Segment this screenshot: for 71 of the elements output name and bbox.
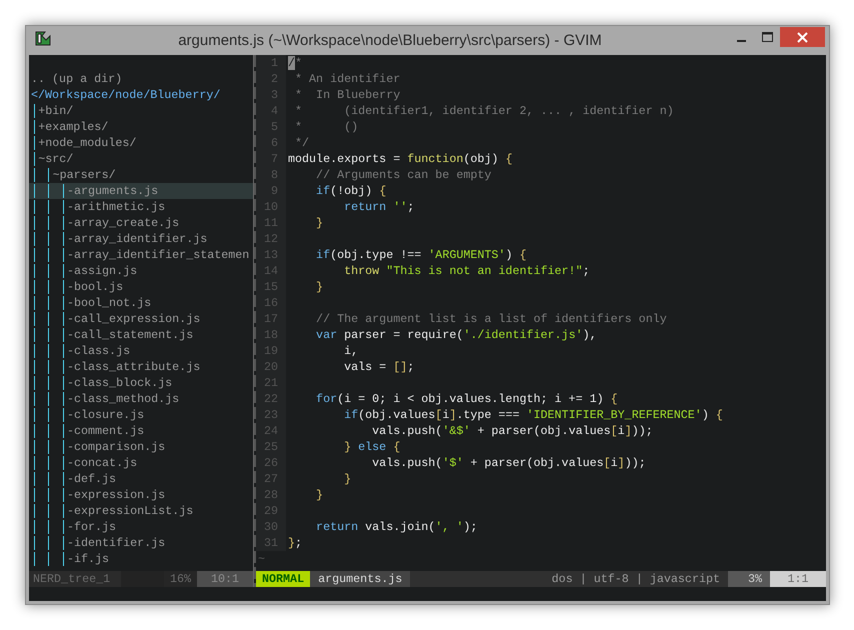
tree-item[interactable]: -arithmetic.js — [29, 199, 253, 215]
code-line: vals = []; — [343, 359, 414, 375]
code-line: } — [315, 279, 324, 295]
tree-item[interactable]: -comment.js — [29, 423, 253, 439]
tree-item[interactable]: -bool_not.js — [29, 295, 253, 311]
maximize-icon — [762, 32, 772, 42]
code-line: } — [315, 215, 324, 231]
tree-item[interactable]: +node_modules/ — [29, 135, 253, 151]
tree-item[interactable]: ~src/ — [29, 151, 253, 167]
code-line: * () — [294, 119, 358, 135]
tree-item[interactable]: -expressionList.js — [29, 503, 253, 519]
tree-item[interactable]: -assign.js — [29, 263, 253, 279]
code-line: if(obj.type !== 'ARGUMENTS') { — [315, 247, 526, 263]
code-line: * In Blueberry — [294, 87, 400, 103]
tree-item[interactable]: ~parsers/ — [29, 167, 253, 183]
close-button[interactable] — [780, 27, 825, 47]
code-line: throw "This is not an identifier!"; — [343, 263, 590, 279]
code-line: /* — [287, 55, 302, 71]
tree-item[interactable]: -identifier.js — [29, 535, 253, 551]
tree-item[interactable]: -bool.js — [29, 279, 253, 295]
scroll-percent: 3% — [728, 571, 770, 587]
code-line: // The argument list is a list of identifiers only — [315, 311, 667, 327]
code-line: // Arguments can be empty — [315, 167, 492, 183]
code-line: } — [315, 487, 324, 503]
code-line: return ''; — [343, 199, 414, 215]
code-line: } else { — [343, 439, 400, 455]
code-line: var parser = require('./identifier.js'), — [315, 327, 597, 343]
tree-item[interactable]: -call_expression.js — [29, 311, 253, 327]
tree-item[interactable]: -class_attribute.js — [29, 359, 253, 375]
tree-item[interactable]: -for.js — [29, 519, 253, 535]
empty-line-marker: ~ — [257, 551, 266, 567]
code-line: vals.push('&$' + parser(obj.values[i])); — [371, 423, 653, 439]
minimize-icon — [736, 40, 746, 42]
tree-item[interactable]: -comparison.js — [29, 439, 253, 455]
tree-item[interactable]: -array_identifier.js — [29, 231, 253, 247]
tree-item[interactable]: -class_method.js — [29, 391, 253, 407]
tree-item[interactable]: -array_create.js — [29, 215, 253, 231]
code-line: * (identifier1, identifier 2, ... , identifier n) — [294, 103, 674, 119]
tree-item[interactable]: -call_statement.js — [29, 327, 253, 343]
buffer-name: NERD_tree_1 — [29, 571, 121, 587]
tree-item[interactable]: -closure.js — [29, 407, 253, 423]
window-title: arguments.js (~\Workspace\node\Blueberry\src\parsers) - GVIM — [177, 32, 603, 49]
code-line: module.exports = function(obj) { — [287, 151, 512, 167]
code-line: */ — [294, 135, 310, 151]
code-line: * An identifier — [294, 71, 400, 87]
code-line: vals.push('$' + parser(obj.values[i])); — [371, 455, 646, 471]
tree-root-path: </Workspace/node/Blueberry/ — [30, 87, 222, 103]
parent-dir-link[interactable]: .. (up a dir) — [29, 71, 253, 87]
cursor-position: 1:1 — [770, 571, 826, 587]
tree-item[interactable]: -arguments.js — [29, 183, 253, 199]
code-line: if(obj.values[i].type === 'IDENTIFIER_BY_REFERENCE') { — [343, 407, 723, 423]
cursor-position: 10:1 — [197, 571, 253, 587]
tree-item[interactable]: -class.js — [29, 343, 253, 359]
file-name: arguments.js — [310, 571, 410, 587]
mode-indicator: NORMAL — [256, 571, 310, 587]
code-line: i, — [343, 343, 358, 359]
tree-item[interactable]: -if.js — [29, 551, 253, 567]
code-line: for(i = 0; i < obj.values.length; i += 1) { — [315, 391, 618, 407]
tree-item[interactable]: -expression.js — [29, 487, 253, 503]
tree-item[interactable]: +bin/ — [29, 103, 253, 119]
tree-item[interactable]: -concat.js — [29, 455, 253, 471]
code-line: if(!obj) { — [315, 183, 386, 199]
close-icon — [797, 32, 808, 42]
tree-item[interactable]: -array_identifier_statemen — [29, 247, 253, 263]
tree-item[interactable]: +examples/ — [29, 119, 253, 135]
tree-item[interactable]: -def.js — [29, 471, 253, 487]
code-line: }; — [287, 535, 302, 551]
app-icon — [34, 30, 52, 48]
tree-item[interactable]: -class_block.js — [29, 375, 253, 391]
code-line: } — [343, 471, 352, 487]
code-line: return vals.join(', '); — [315, 519, 478, 535]
